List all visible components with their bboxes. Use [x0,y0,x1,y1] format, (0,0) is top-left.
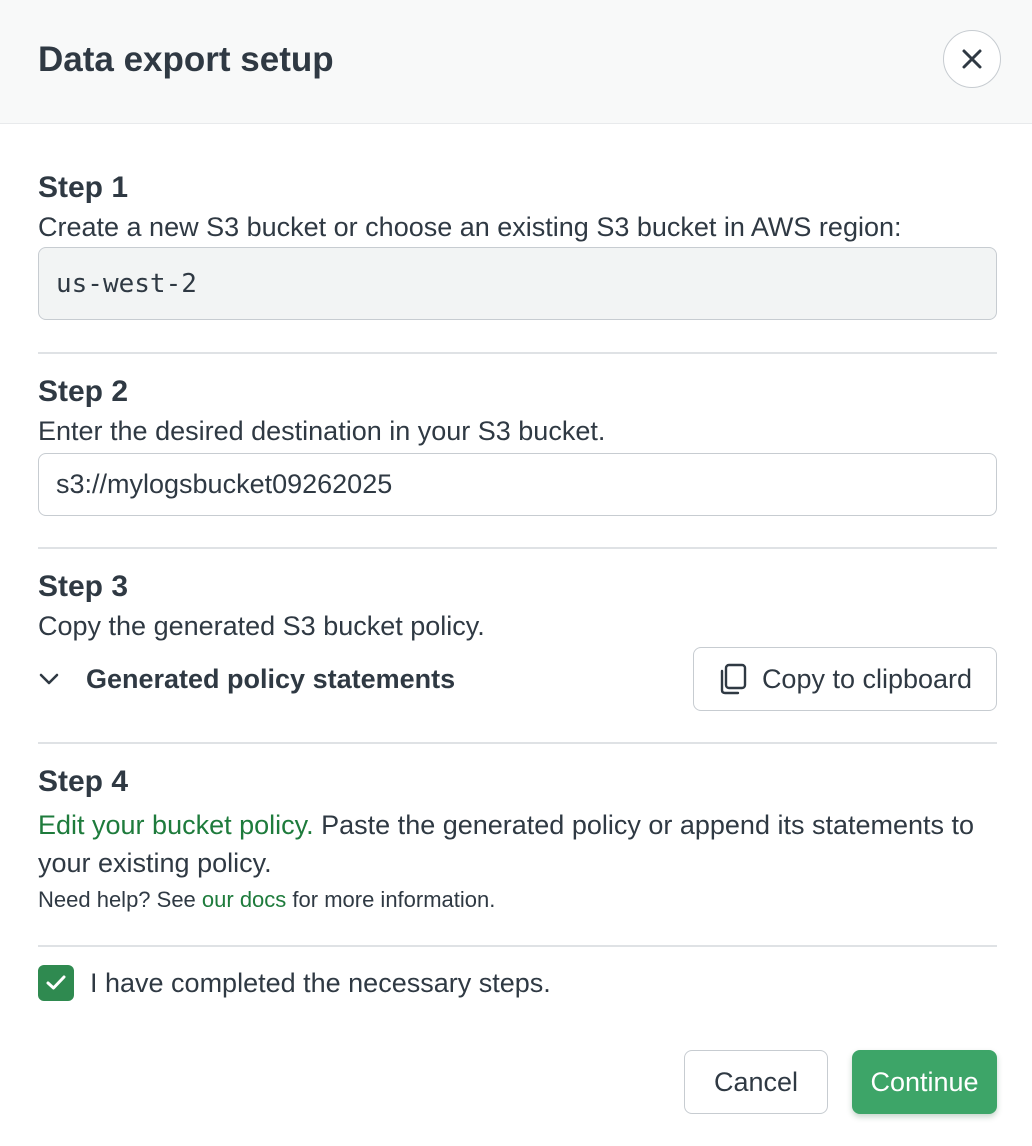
checkmark-icon [46,975,66,990]
generated-policy-label: Generated policy statements [86,663,456,694]
data-export-modal: Data export setup Step 1 Create a new S3… [0,0,1032,1146]
divider [38,547,997,549]
step-4-title: Step 4 [38,765,129,798]
modal-header: Data export setup [0,0,1032,124]
close-icon [961,48,983,70]
continue-button[interactable]: Continue [852,1050,997,1114]
modal-title: Data export setup [38,40,334,79]
copy-icon [718,663,748,695]
aws-region-value: us-west-2 [56,268,197,299]
edit-bucket-policy-link[interactable]: Edit your bucket policy. [38,810,314,840]
cancel-button[interactable]: Cancel [684,1050,828,1114]
divider [38,742,997,744]
step-2-title: Step 2 [38,375,129,408]
completed-steps-checkbox[interactable] [38,965,74,1001]
step-4-section: Step 4 Edit your bucket policy. Paste th… [38,764,997,924]
chevron-down-icon [38,663,70,695]
divider [38,352,997,354]
s3-destination-input[interactable] [38,453,997,516]
aws-region-field: us-west-2 [38,247,997,320]
step-1-title: Step 1 [38,171,129,204]
copy-to-clipboard-button[interactable]: Copy to clipboard [693,647,997,711]
help-prefix: Need help? See [38,887,202,912]
help-suffix: for more information. [286,887,496,912]
step-3-description: Copy the generated S3 bucket policy. [38,611,485,641]
completed-steps-label: I have completed the necessary steps. [90,967,551,998]
divider [38,945,997,947]
help-text: Need help? See our docs for more informa… [38,885,997,915]
close-button[interactable] [943,30,1001,88]
docs-link[interactable]: our docs [202,887,286,912]
step-4-description: Edit your bucket policy. Paste the gener… [38,806,997,882]
completed-steps-checkbox-row[interactable]: I have completed the necessary steps. [38,965,551,1001]
step-3-section: Step 3 Copy the generated S3 bucket poli… [38,569,997,717]
copy-button-label: Copy to clipboard [761,663,973,694]
step-2-section: Step 2 Enter the desired destination in … [38,374,997,518]
step-1-description: Create a new S3 bucket or choose an exis… [38,212,902,242]
step-1-section: Step 1 Create a new S3 bucket or choose … [38,170,997,322]
step-2-description: Enter the desired destination in your S3… [38,416,606,446]
generated-policy-toggle[interactable]: Generated policy statements [38,663,455,695]
step-3-title: Step 3 [38,570,129,603]
